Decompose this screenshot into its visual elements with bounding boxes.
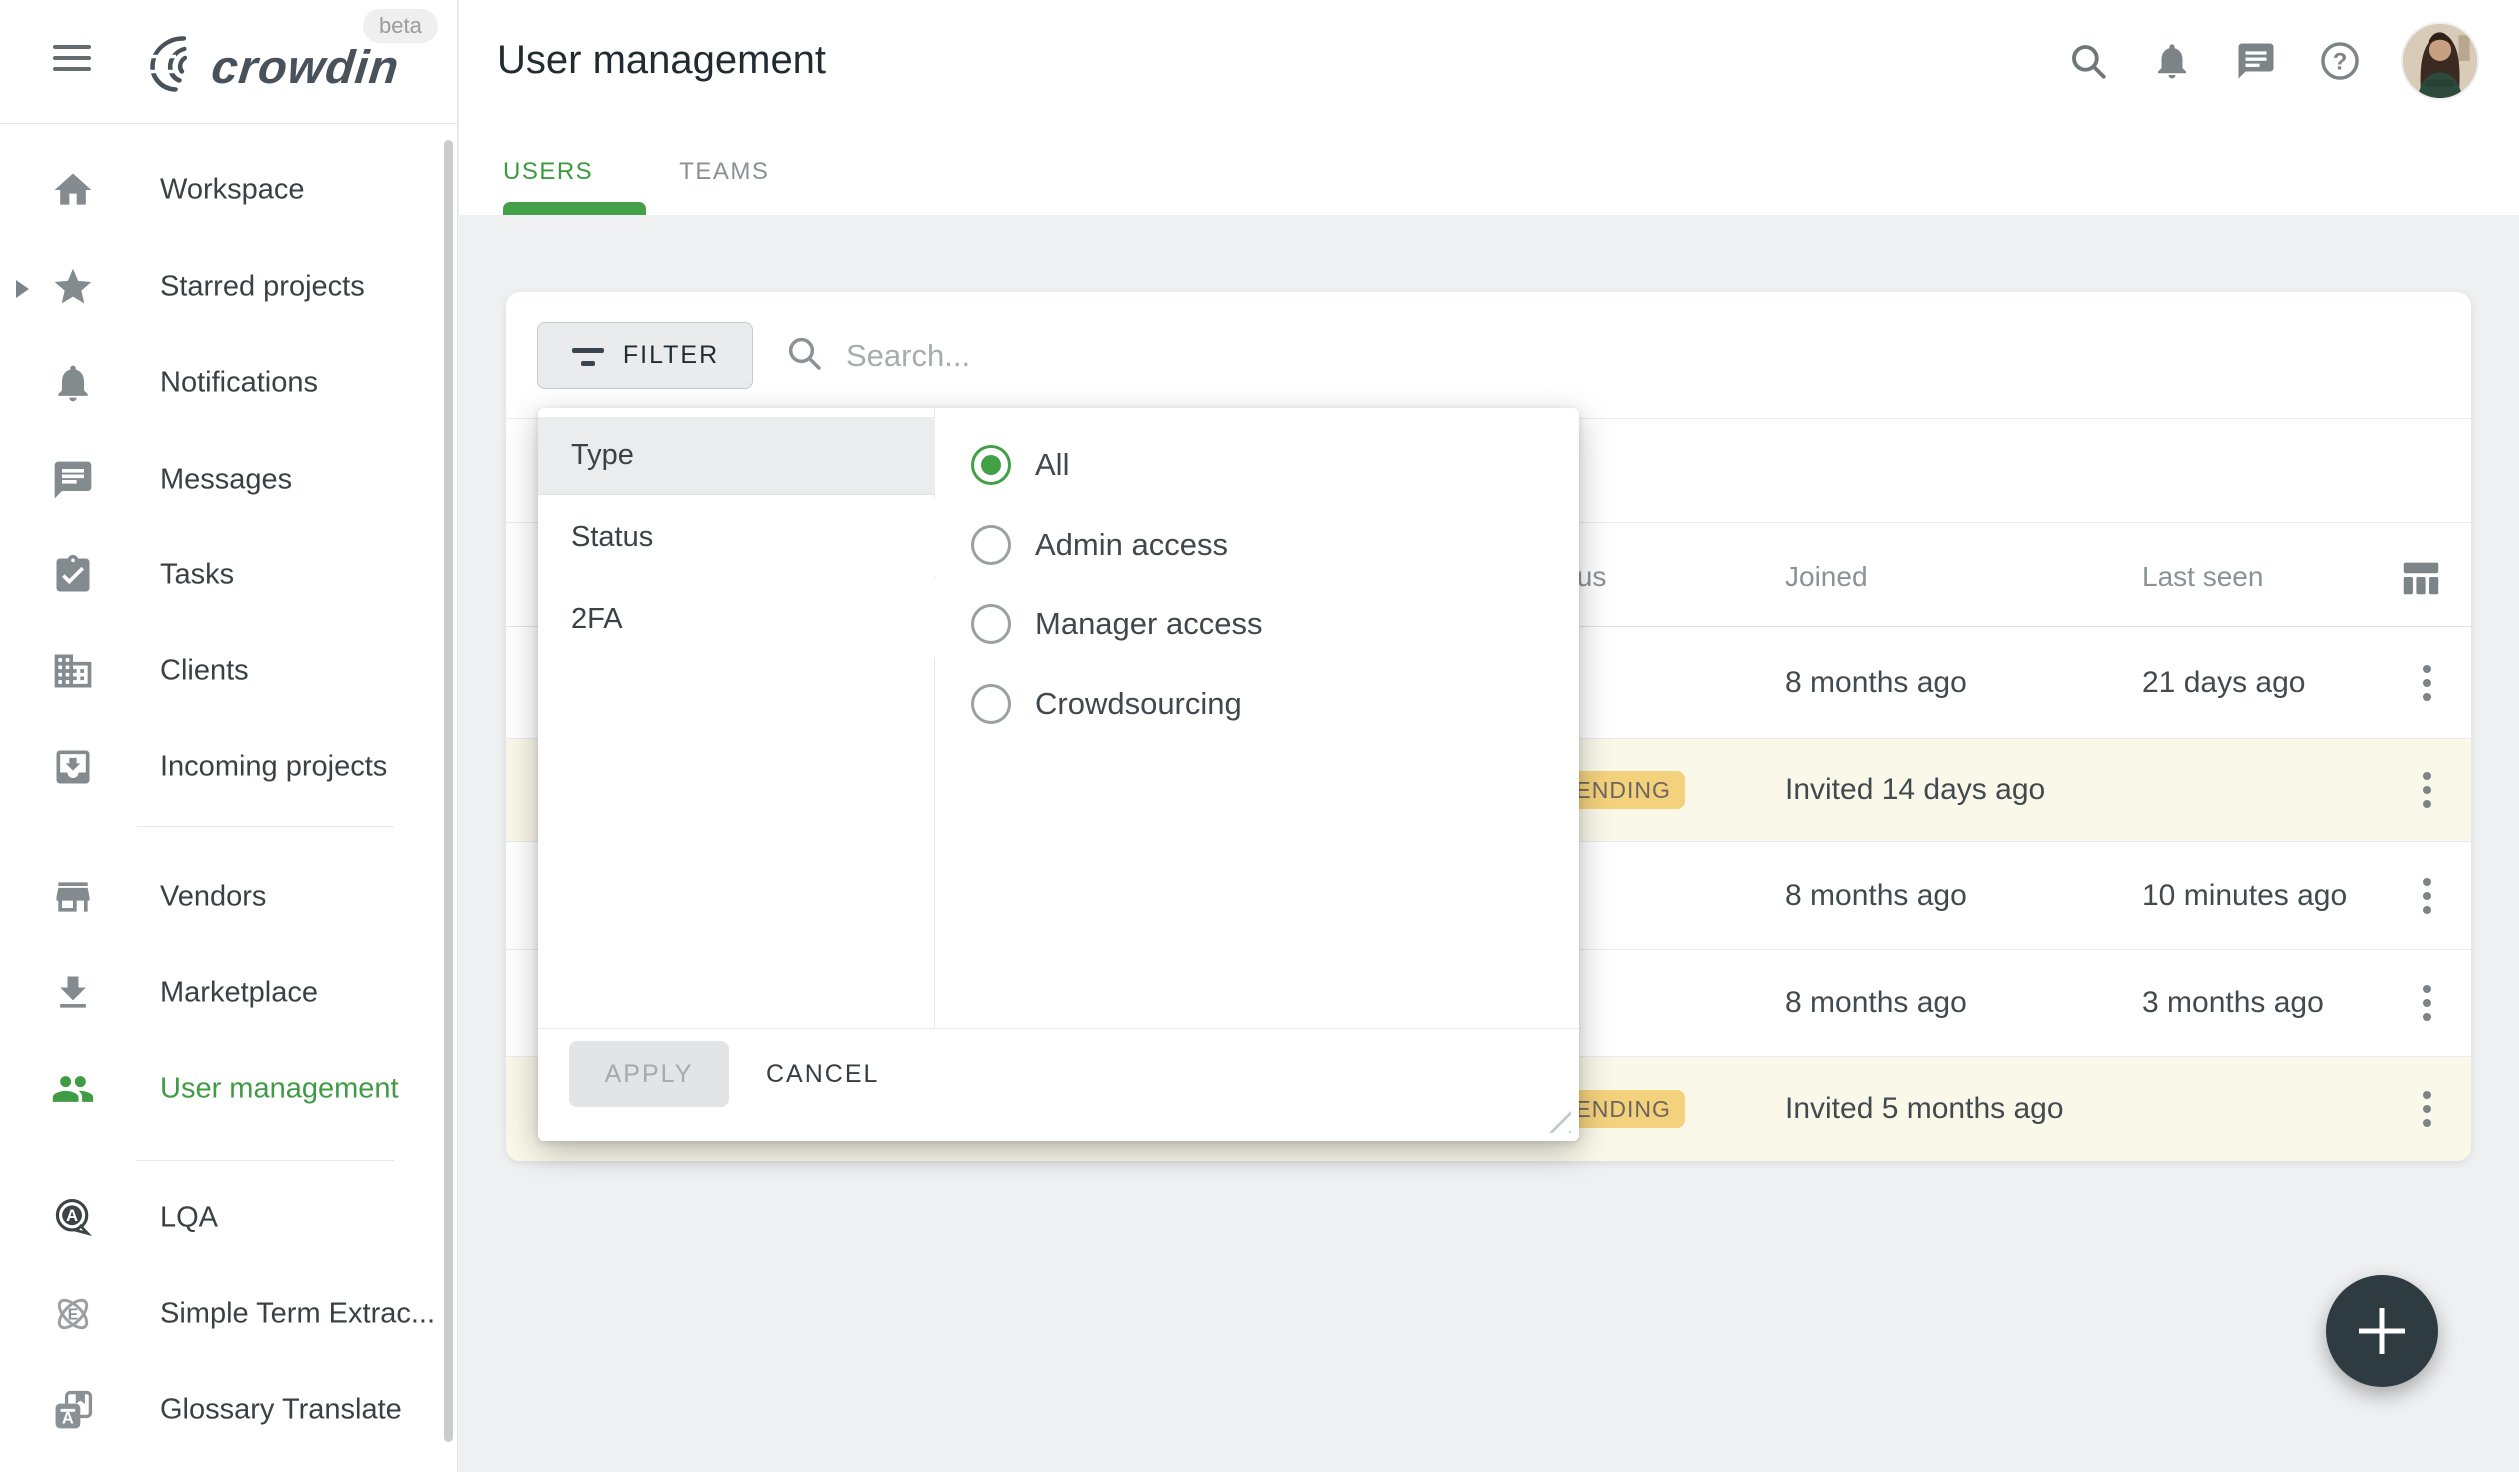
- radio-icon: [971, 525, 1011, 565]
- chat-icon: [51, 458, 95, 502]
- active-tab-underline: [503, 202, 646, 215]
- crowdin-logo-text: crowdin: [209, 39, 402, 94]
- svg-text:A: A: [66, 1207, 78, 1225]
- clipboard-check-icon: [51, 553, 95, 597]
- sidebar-item-user-management[interactable]: User management: [0, 1041, 457, 1137]
- page-title: User management: [497, 38, 826, 83]
- svg-text:?: ?: [2333, 48, 2348, 75]
- row-menu-button[interactable]: [2409, 1083, 2445, 1135]
- storefront-icon: [51, 875, 95, 919]
- tab-users[interactable]: USERS: [497, 158, 599, 186]
- sidebar-item-simple-term-extractor[interactable]: E Simple Term Extrac...: [0, 1266, 457, 1362]
- sidebar-item-vendors[interactable]: Vendors: [0, 849, 457, 945]
- sidebar-scrollbar[interactable]: [444, 140, 453, 1442]
- bell-icon: [51, 361, 95, 405]
- filter-category-type[interactable]: Type: [538, 417, 935, 495]
- column-settings-icon[interactable]: [2398, 555, 2444, 601]
- svg-text:A: A: [62, 1410, 74, 1428]
- beta-badge: beta: [363, 9, 438, 43]
- sidebar-divider: [0, 123, 458, 124]
- sidebar-item-glossary-translate[interactable]: A Glossary Translate: [0, 1362, 457, 1458]
- search-icon: [784, 333, 824, 378]
- home-icon: [51, 168, 95, 212]
- filter-category-list: Type Status 2FA: [538, 408, 935, 1028]
- sidebar-item-workspace[interactable]: Workspace: [0, 142, 457, 238]
- search-icon[interactable]: [2065, 38, 2111, 84]
- user-avatar[interactable]: [2401, 22, 2479, 100]
- filter-dropdown: Type Status 2FA All Admin access Manager…: [538, 408, 1579, 1141]
- filter-button[interactable]: FILTER: [537, 322, 753, 389]
- radio-icon: [971, 604, 1011, 644]
- sidebar-item-lqa[interactable]: A LQA: [0, 1170, 457, 1266]
- sidebar-item-clients[interactable]: Clients: [0, 623, 457, 719]
- radio-option-all[interactable]: All: [935, 435, 1535, 495]
- row-menu-button[interactable]: [2409, 657, 2445, 709]
- atom-icon: E: [51, 1292, 95, 1336]
- search-input[interactable]: [846, 338, 1446, 374]
- messages-icon[interactable]: [2233, 38, 2279, 84]
- sidebar-section-divider: [137, 826, 394, 827]
- add-user-fab[interactable]: [2326, 1275, 2438, 1387]
- download-icon: [51, 971, 95, 1015]
- glossary-translate-icon: A: [51, 1388, 95, 1432]
- column-header-last-seen[interactable]: Last seen: [2142, 552, 2263, 602]
- expand-chevron-icon[interactable]: [16, 280, 29, 298]
- filter-icon: [571, 345, 605, 367]
- help-icon[interactable]: ?: [2317, 38, 2363, 84]
- sidebar-item-incoming-projects[interactable]: Incoming projects: [0, 719, 457, 815]
- lqa-bubble-icon: A: [51, 1196, 95, 1240]
- crowdin-logo[interactable]: crowdin: [128, 28, 399, 105]
- sidebar-item-tasks[interactable]: Tasks: [0, 527, 457, 623]
- tab-teams[interactable]: TEAMS: [673, 158, 775, 186]
- topbar: User management ? USERS TEAMS: [459, 0, 2519, 215]
- building-icon: [51, 649, 95, 693]
- people-icon: [51, 1067, 95, 1111]
- resize-handle[interactable]: [1545, 1107, 1571, 1133]
- filter-category-status[interactable]: Status: [538, 498, 935, 576]
- menu-hamburger-button[interactable]: [53, 45, 91, 77]
- sidebar-item-messages[interactable]: Messages: [0, 432, 457, 528]
- radio-option-admin-access[interactable]: Admin access: [935, 515, 1535, 575]
- dropdown-footer-divider: [538, 1028, 1579, 1029]
- sidebar-section-divider: [137, 1160, 394, 1161]
- radio-option-manager-access[interactable]: Manager access: [935, 594, 1535, 654]
- cancel-button[interactable]: CANCEL: [766, 1041, 879, 1107]
- column-header-joined[interactable]: Joined: [1785, 552, 1868, 602]
- inbox-download-icon: [51, 745, 95, 789]
- row-menu-button[interactable]: [2409, 764, 2445, 816]
- star-icon: [51, 265, 95, 309]
- radio-option-crowdsourcing[interactable]: Crowdsourcing: [935, 674, 1535, 734]
- sidebar: crowdin beta Workspace Starred projects …: [0, 0, 458, 1472]
- crowdin-logo-icon: [128, 28, 206, 105]
- radio-icon: [971, 684, 1011, 724]
- radio-selected-icon: [971, 445, 1011, 485]
- sidebar-item-marketplace[interactable]: Marketplace: [0, 945, 457, 1041]
- apply-button[interactable]: APPLY: [569, 1041, 729, 1107]
- row-menu-button[interactable]: [2409, 870, 2445, 922]
- sidebar-item-notifications[interactable]: Notifications: [0, 335, 457, 431]
- sidebar-item-starred-projects[interactable]: Starred projects: [0, 239, 457, 335]
- svg-text:E: E: [68, 1307, 78, 1324]
- row-menu-button[interactable]: [2409, 977, 2445, 1029]
- tab-bar: USERS TEAMS: [497, 158, 775, 186]
- filter-category-2fa[interactable]: 2FA: [538, 580, 935, 658]
- notifications-bell-icon[interactable]: [2149, 38, 2195, 84]
